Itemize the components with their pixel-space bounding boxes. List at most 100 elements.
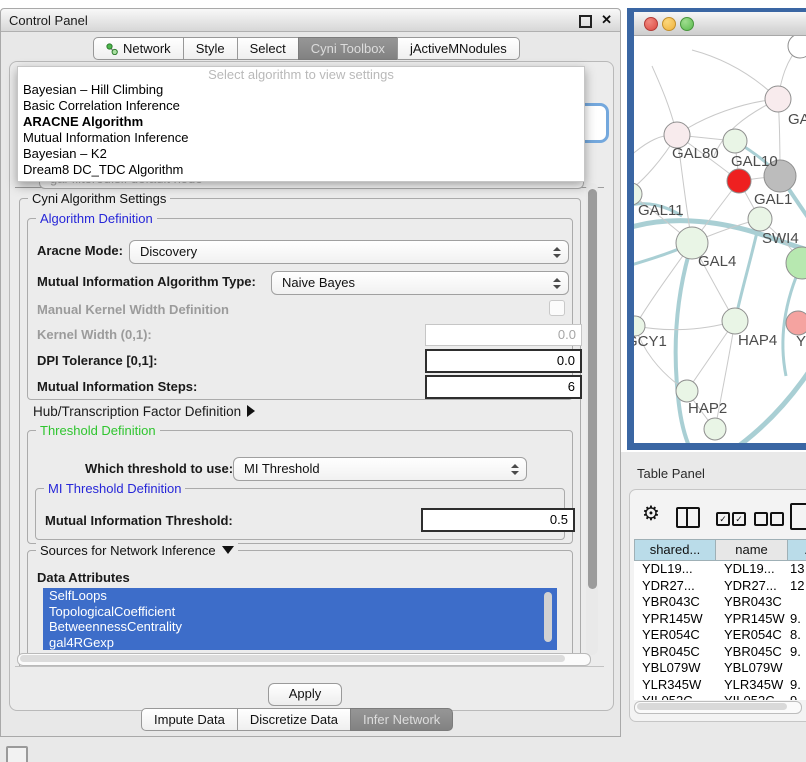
- restore-panel-icon[interactable]: [6, 746, 28, 762]
- node-label: Y: [796, 333, 806, 350]
- control-panel-titlebar: Control Panel ✕: [1, 9, 620, 32]
- data-attributes-label: Data Attributes: [37, 570, 130, 585]
- column-header[interactable]: shared...: [634, 539, 716, 561]
- mi-threshold-field[interactable]: 0.5: [421, 508, 575, 532]
- table-row[interactable]: YER054CYER054C8.: [634, 627, 806, 644]
- new-column-icon[interactable]: [790, 503, 806, 530]
- tab-impute-data[interactable]: Impute Data: [141, 708, 238, 731]
- settings-vscrollbar-thumb[interactable]: [588, 189, 597, 589]
- network-node[interactable]: [704, 418, 726, 440]
- table-row[interactable]: YBR043CYBR043C: [634, 594, 806, 611]
- table-cell: YIL052C: [716, 693, 788, 700]
- which-threshold-label: Which threshold to use:: [85, 461, 233, 476]
- table-row[interactable]: YBL079WYBL079W: [634, 660, 806, 677]
- table-row[interactable]: YPR145WYPR145W9.: [634, 611, 806, 628]
- cyni-bottom-tabbar: Impute DataDiscretize DataInfer Network: [141, 708, 453, 731]
- network-node[interactable]: [786, 311, 806, 335]
- network-node[interactable]: [788, 36, 806, 58]
- node-label: GAL4: [698, 253, 736, 270]
- tab-select[interactable]: Select: [237, 37, 299, 60]
- table-cell: YPR145W: [716, 611, 788, 628]
- network-edge: [735, 219, 760, 321]
- algorithm-option[interactable]: Bayesian – K2: [18, 146, 584, 162]
- algorithm-option[interactable]: Bayesian – Hill Climbing: [18, 82, 584, 98]
- algorithm-option[interactable]: ARACNE Algorithm: [18, 114, 584, 130]
- tab-label: Cyni Toolbox: [311, 38, 385, 59]
- network-edge: [736, 364, 806, 443]
- checked-box-icon[interactable]: ✓: [732, 512, 746, 526]
- sources-legend[interactable]: Sources for Network Inference: [36, 543, 238, 558]
- network-canvas[interactable]: GALGAL80GAL10GAL1GAL11SWI4GAL4GCY1HAP4YH…: [634, 36, 806, 443]
- gear-icon[interactable]: ⚙: [642, 504, 660, 524]
- manual-kernel-checkbox[interactable]: [549, 300, 565, 316]
- table-cell: YDL19...: [716, 561, 788, 578]
- tab-style[interactable]: Style: [183, 37, 238, 60]
- network-node[interactable]: [786, 247, 806, 279]
- table-cell: 13: [788, 561, 806, 578]
- unchecked-box-icon[interactable]: [754, 512, 768, 526]
- aracne-mode-combo[interactable]: Discovery: [129, 240, 569, 264]
- table-cell: 9.: [788, 611, 806, 628]
- table-row[interactable]: YIL052CYIL052C9: [634, 693, 806, 700]
- table-row[interactable]: YDR27...YDR27...12: [634, 578, 806, 595]
- table-row[interactable]: YBR045CYBR045C9.: [634, 644, 806, 661]
- network-view-window: GALGAL80GAL10GAL1GAL11SWI4GAL4GCY1HAP4YH…: [627, 8, 806, 450]
- attributes-scrollbar-thumb[interactable]: [544, 592, 552, 642]
- attribute-item[interactable]: TopologicalCoefficient: [43, 604, 557, 620]
- node-label: GAL10: [731, 153, 778, 170]
- table-row[interactable]: YLR345WYLR345W9.: [634, 677, 806, 694]
- dpi-tolerance-field[interactable]: 0.0: [425, 349, 582, 373]
- float-window-icon[interactable]: [579, 15, 592, 28]
- algorithm-option[interactable]: Dream8 DC_TDC Algorithm: [18, 162, 584, 178]
- unchecked-box-icon[interactable]: [770, 512, 784, 526]
- attribute-item[interactable]: SelfLoops: [43, 588, 557, 604]
- tab-jactivemnodules[interactable]: jActiveMNodules: [397, 37, 520, 60]
- hub-section-toggle[interactable]: Hub/Transcription Factor Definition: [33, 404, 255, 419]
- attribute-item[interactable]: gal4RGexp: [43, 635, 557, 651]
- expanded-arrow-icon: [222, 546, 234, 554]
- mac-zoom-icon[interactable]: [680, 17, 694, 31]
- node-label: HAP4: [738, 332, 777, 349]
- table-cell: 9: [788, 693, 806, 700]
- algorithm-option[interactable]: Basic Correlation Inference: [18, 98, 584, 114]
- network-node[interactable]: [765, 86, 791, 112]
- settings-hscrollbar[interactable]: [17, 653, 591, 666]
- close-icon[interactable]: ✕: [601, 12, 612, 28]
- algorithm-dropdown-list: Bayesian – Hill ClimbingBasic Correlatio…: [18, 82, 584, 178]
- which-threshold-combo[interactable]: MI Threshold: [233, 457, 527, 481]
- table-cell: YBR045C: [716, 644, 788, 661]
- attribute-item[interactable]: BetweennessCentrality: [43, 619, 557, 635]
- checked-box-icon[interactable]: ✓: [716, 512, 730, 526]
- column-header[interactable]: name: [716, 539, 788, 561]
- mac-close-icon[interactable]: [644, 17, 658, 31]
- control-panel-tabbar: NetworkStyleSelect Cyni Toolbox jActiveMNo…: [93, 37, 520, 60]
- table-hscrollbar[interactable]: [634, 701, 802, 714]
- tab-cyni-toolbox[interactable]: Cyni Toolbox: [298, 37, 398, 60]
- network-node[interactable]: [722, 308, 748, 334]
- node-label: HAP2: [688, 400, 727, 417]
- data-attributes-list: SelfLoopsTopologicalCoefficientBetweenne…: [43, 588, 557, 650]
- column-header[interactable]: A: [788, 539, 806, 561]
- kernel-width-field[interactable]: 0.0: [425, 324, 582, 346]
- algorithm-dropdown-placeholder: Select algorithm to view settings: [18, 67, 584, 82]
- network-edge: [692, 50, 778, 99]
- network-node[interactable]: [727, 169, 751, 193]
- network-window-titlebar[interactable]: [634, 12, 806, 36]
- tab-network[interactable]: Network: [93, 37, 184, 60]
- columns-icon[interactable]: [676, 507, 700, 528]
- network-node[interactable]: [748, 207, 772, 231]
- table-row[interactable]: YDL19...YDL19...13: [634, 561, 806, 578]
- tab-discretize-data[interactable]: Discretize Data: [237, 708, 351, 731]
- mi-steps-field[interactable]: 6: [425, 375, 582, 399]
- mac-minimize-icon[interactable]: [662, 17, 676, 31]
- tab-infer-network[interactable]: Infer Network: [350, 708, 453, 731]
- apply-button[interactable]: Apply: [268, 683, 342, 706]
- settings-hscrollbar-thumb[interactable]: [20, 655, 565, 662]
- network-node[interactable]: [676, 380, 698, 402]
- network-node[interactable]: [723, 129, 747, 153]
- node-label: GAL80: [672, 145, 719, 162]
- algorithm-option[interactable]: Mutual Information Inference: [18, 130, 584, 146]
- mi-type-combo[interactable]: Naive Bayes: [271, 271, 569, 295]
- table-hscrollbar-thumb[interactable]: [637, 703, 787, 710]
- mi-type-label: Mutual Information Algorithm Type:: [37, 274, 256, 289]
